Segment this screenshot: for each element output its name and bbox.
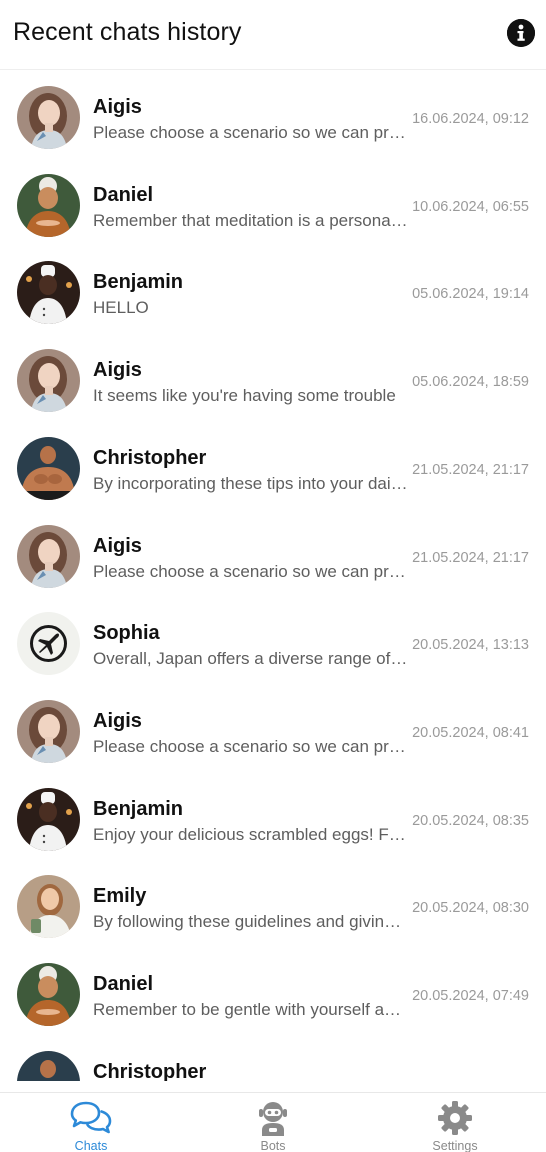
chat-timestamp: 20.05.2024, 13:13 <box>412 637 529 654</box>
avatar <box>17 963 80 1026</box>
chat-name: Daniel <box>93 973 154 995</box>
chat-list-item[interactable]: Emily By following these guidelines and g… <box>0 854 546 942</box>
page-title: Recent chats history <box>13 18 242 46</box>
tab-bots[interactable]: Bots <box>182 1093 364 1152</box>
chat-preview: By following these guidelines and giving… <box>93 912 409 932</box>
chat-list-item[interactable]: Christopher By incorporating these tips i… <box>0 416 546 504</box>
chat-timestamp: 21.05.2024, 21:17 <box>412 461 529 478</box>
chat-name: Benjamin <box>93 797 184 820</box>
avatar <box>17 1050 80 1081</box>
avatar <box>17 86 80 149</box>
chat-name: Sophia <box>93 622 160 645</box>
chat-timestamp: 16.06.2024, 09:12 <box>412 111 529 127</box>
avatar <box>17 349 80 413</box>
chat-preview: Please choose a scenario so we can provi… <box>93 561 409 581</box>
robot-icon <box>259 1102 287 1136</box>
chat-list-item[interactable]: Aigis Please choose a scenario so we can … <box>0 679 546 767</box>
chat-list-item[interactable]: Daniel Remember that meditation is a pers… <box>0 153 546 241</box>
chat-timestamp: 20.05.2024, 08:30 <box>412 900 529 917</box>
chat-preview: Remember to be gentle with yourself and … <box>93 1000 409 1019</box>
chat-preview: Remember that meditation is a personal j… <box>93 210 409 230</box>
chat-preview: HELLO <box>93 298 149 318</box>
chat-name: Benjamin <box>93 271 184 294</box>
chat-timestamp: 10.06.2024, 06:55 <box>412 198 529 215</box>
chat-name: Christopher <box>93 446 207 469</box>
chat-name: Aigis <box>93 534 142 557</box>
chat-bubbles-icon <box>70 1101 112 1134</box>
chat-timestamp: 20.05.2024, 07:49 <box>412 988 529 1004</box>
avatar <box>17 787 80 851</box>
tab-chats-label: Chats <box>74 1139 108 1152</box>
chat-list-item[interactable]: Aigis Please choose a scenario so we can … <box>0 71 546 153</box>
chat-list-item[interactable]: Christopher <box>0 1030 546 1081</box>
chat-name: Aigis <box>93 359 142 382</box>
avatar <box>17 524 80 588</box>
chat-name: Daniel <box>93 183 154 206</box>
tab-settings[interactable]: Settings <box>364 1093 546 1152</box>
chat-timestamp: 05.06.2024, 18:59 <box>412 374 529 391</box>
avatar <box>17 261 80 325</box>
avatar <box>17 436 80 500</box>
chat-list[interactable]: Aigis Please choose a scenario so we can … <box>0 71 546 1081</box>
chat-list-item[interactable]: Aigis It seems like you're having some tr… <box>0 328 546 416</box>
chat-list-item[interactable]: Daniel Remember to be gentle with yoursel… <box>0 942 546 1030</box>
chat-list-item[interactable]: Benjamin HELLO 05.06.2024, 19:14 <box>0 240 546 328</box>
chat-preview: It seems like you're having some trouble <box>93 386 396 406</box>
avatar <box>17 699 80 763</box>
airplane-icon-avatar <box>17 612 80 676</box>
info-icon <box>507 19 535 47</box>
chat-name: Aigis <box>93 709 142 732</box>
chat-preview: Please choose a scenario so we can provi… <box>93 736 409 756</box>
chat-name: Aigis <box>93 96 142 118</box>
chat-list-item[interactable]: Aigis Please choose a scenario so we can … <box>0 504 546 592</box>
chat-preview: Please choose a scenario so we can provi… <box>93 123 409 142</box>
chat-timestamp: 21.05.2024, 21:17 <box>412 549 529 566</box>
avatar <box>17 173 80 237</box>
chat-preview: By incorporating these tips into your da… <box>93 473 409 493</box>
chat-timestamp: 05.06.2024, 19:14 <box>412 286 529 303</box>
tab-bots-label: Bots <box>260 1139 286 1152</box>
app-header: Recent chats history <box>0 0 546 70</box>
chat-name: Emily <box>93 885 147 908</box>
chat-list-item[interactable]: Benjamin Enjoy your delicious scrambled e… <box>0 767 546 855</box>
chat-preview: Overall, Japan offers a diverse range of… <box>93 649 409 669</box>
chat-preview: Enjoy your delicious scrambled eggs! Fee… <box>93 824 409 844</box>
info-button[interactable] <box>507 19 535 47</box>
tab-settings-label: Settings <box>432 1139 478 1152</box>
chat-list-item[interactable]: Sophia Overall, Japan offers a diverse ra… <box>0 591 546 679</box>
chat-timestamp: 20.05.2024, 08:41 <box>412 724 529 741</box>
bottom-tab-bar: Chats Bots Settings <box>0 1092 546 1152</box>
chat-name: Christopher <box>93 1060 207 1081</box>
chat-timestamp: 20.05.2024, 08:35 <box>412 812 529 829</box>
tab-chats[interactable]: Chats <box>0 1093 182 1152</box>
avatar <box>17 875 80 939</box>
gear-icon <box>438 1101 472 1135</box>
